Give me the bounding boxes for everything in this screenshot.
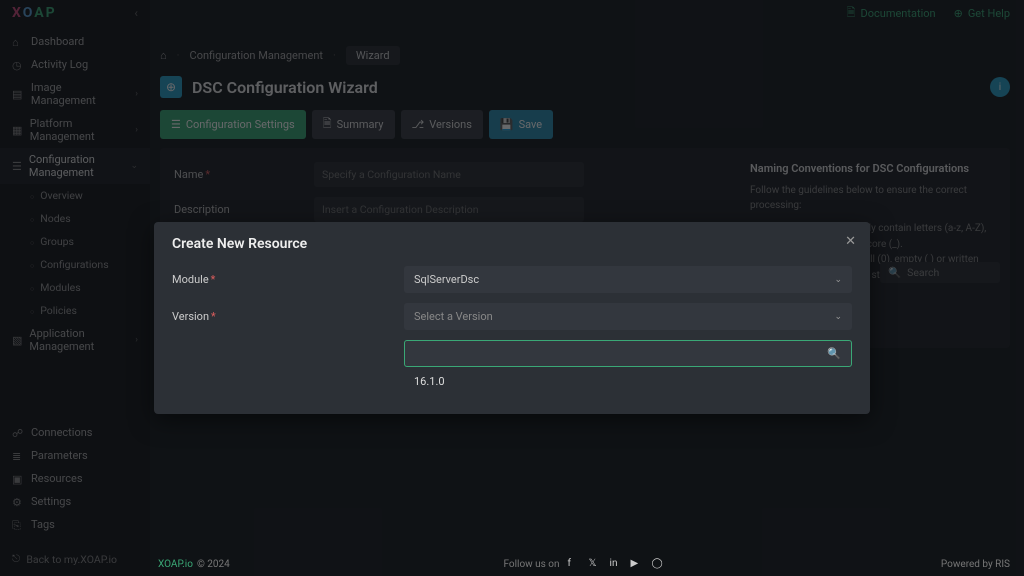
- required-mark: *: [211, 310, 216, 323]
- facebook-icon[interactable]: f: [568, 558, 581, 571]
- github-icon[interactable]: ◯: [652, 558, 665, 571]
- linkedin-icon[interactable]: in: [610, 558, 623, 571]
- version-placeholder: Select a Version: [414, 310, 493, 323]
- footer-social: Follow us on f 𝕏 in ▶ ◯: [503, 558, 664, 571]
- version-search-input[interactable]: [415, 347, 827, 360]
- footer-powered: Powered by RIS: [941, 559, 1010, 570]
- modal-row-version: Version* Select a Version ⌄: [172, 303, 852, 330]
- version-select[interactable]: Select a Version ⌄: [404, 303, 852, 330]
- modal-row-module: Module* SqlServerDsc ⌄: [172, 266, 852, 293]
- footer: XOAP.io © 2024 Follow us on f 𝕏 in ▶ ◯ P…: [158, 559, 1010, 570]
- follow-label: Follow us on: [503, 559, 559, 570]
- modal-title: Create New Resource: [172, 236, 852, 252]
- footer-copyright: © 2024: [197, 559, 230, 570]
- chevron-down-icon: ⌄: [834, 275, 842, 285]
- create-resource-modal: Create New Resource ✕ Module* SqlServerD…: [154, 222, 870, 414]
- footer-brand[interactable]: XOAP.io: [158, 559, 193, 570]
- label-text: Version: [172, 310, 209, 323]
- chevron-down-icon: ⌄: [834, 312, 842, 322]
- version-search[interactable]: 🔍: [404, 340, 852, 367]
- search-icon: 🔍: [827, 347, 841, 360]
- modal-close-icon[interactable]: ✕: [845, 234, 856, 249]
- module-value: SqlServerDsc: [414, 273, 479, 286]
- module-select[interactable]: SqlServerDsc ⌄: [404, 266, 852, 293]
- youtube-icon[interactable]: ▶: [631, 558, 644, 571]
- twitter-icon[interactable]: 𝕏: [589, 558, 602, 571]
- required-mark: *: [211, 273, 216, 286]
- version-option[interactable]: 16.1.0: [404, 367, 852, 396]
- version-label: Version*: [172, 310, 404, 323]
- label-text: Module: [172, 273, 209, 286]
- module-label: Module*: [172, 273, 404, 286]
